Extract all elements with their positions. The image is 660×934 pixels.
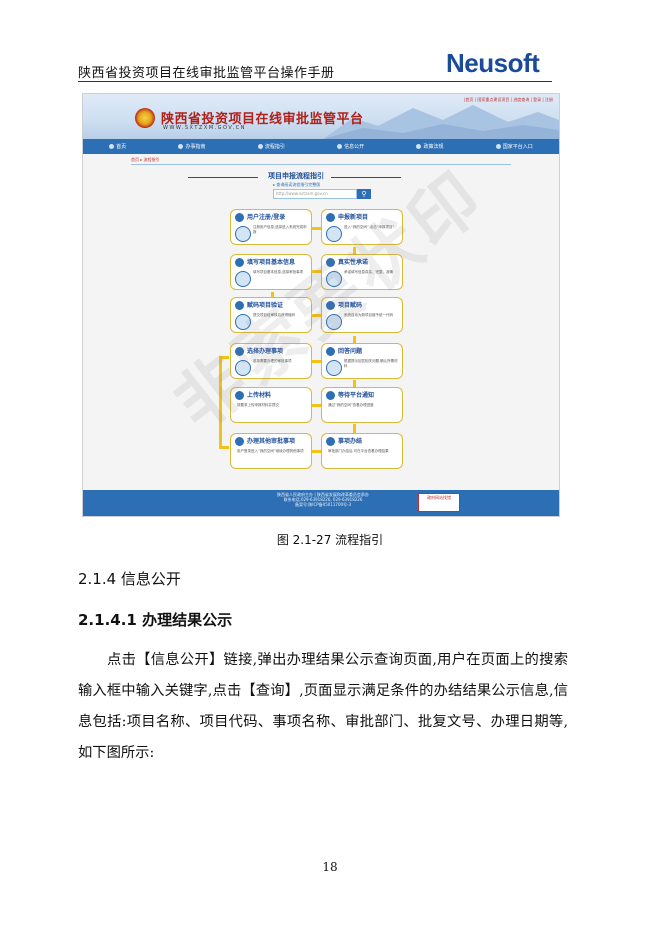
notice-icon [326,391,335,400]
step-title: 办理其他审批事项 [247,438,296,445]
figure-caption: 图 2.1-27 流程指引 [276,533,384,547]
flow-title: 项目申报流程指引 [268,172,324,180]
body-paragraph: 点击【信息公开】链接,弹出办理结果公示查询页面,用户在页面上的搜索输入框中输入关… [78,652,568,761]
user-icon [235,226,251,242]
flow-step[interactable]: 办理其他审批事项 用户登录进入“我的空间”继续办理其他事项 [230,433,312,469]
national-emblem-icon [135,108,155,128]
site-url: WWW.SXTZXM.GOV.CN [163,125,246,131]
form-icon [235,258,244,267]
form-icon [235,271,251,287]
flow-step[interactable]: 事项办结 审批部门办结后,可在平台查看办理结果 [321,433,403,469]
step-title: 用户注册/登录 [247,214,286,221]
search-hint[interactable]: ▸ 查询阅读流程指引完整版 [273,182,320,188]
site-banner: |首页 | 国家重点建设项目 | 进度查询 | 登录 | 注册 陕西省投资项目在… [83,94,559,139]
flow-loop-connector [219,446,229,449]
subsection-heading: 2.1.4.1 办理结果公示 [78,611,233,629]
step-title: 回答问题 [338,348,363,355]
nav-item-home[interactable]: 首页 [109,143,126,150]
step-text: 根据提示回答相关问题,确认所需材料 [344,359,398,368]
flow-step[interactable]: 用户注册/登录 注册用户信息,选择进入系统完成申报 [230,209,312,245]
breadcrumb[interactable]: 首页 ▸ 流程指引 [131,157,160,163]
flow-step[interactable]: 等待平台通知 通过“我的空间”查看办理进度 [321,387,403,423]
home-icon [109,144,115,149]
flow-title-rule-left [188,177,258,178]
step-title: 事项办结 [338,438,363,445]
section-heading: 2.1.4 信息公开 [78,570,181,588]
step-text: 审批部门办结后,可在平台查看办理结果 [328,449,389,453]
guide-icon [178,144,184,149]
header-title: 陕西省投资项目在线审批监管平台操作手册 [78,66,335,81]
step-title: 等待平台通知 [338,392,375,399]
footer-text: 陕西省人民政府主办 | 陕西省发展和改革委员会承办 联系电话:029-63918… [223,492,423,507]
policy-icon [416,144,422,149]
document-icon [326,213,335,222]
check-icon [326,437,335,446]
nav-item-guide[interactable]: 办事指南 [178,143,206,150]
search-input[interactable]: http://www.sxtzxm.gov.cn [273,189,357,199]
header-rule [78,81,552,82]
nav-item-national[interactable]: 国家平台入口 [495,143,533,150]
step-text: 通过“我的空间”查看办理进度 [328,403,374,407]
list-icon [326,360,342,376]
site-nav: 首页 办事指南 流程指引 信息公开 政策法规 国家平台入口 [83,139,559,154]
flow-title-rule-right [331,177,401,178]
step-text: 注册用户信息,选择进入系统完成申报 [253,225,307,234]
footer-line: 备案号:陕ICP备05011700号-3 [294,502,352,507]
nav-item-flow[interactable]: 流程指引 [257,143,285,150]
flow-icon [257,144,263,149]
top-links[interactable]: |首页 | 国家重点建设项目 | 进度查询 | 登录 | 注册 [464,97,553,103]
user-icon [235,213,244,222]
user-icon [235,437,244,446]
national-icon [495,144,501,149]
nav-item-info[interactable]: 信息公开 [337,143,364,150]
step-text: 用户登录进入“我的空间”继续办理其他事项 [237,449,304,453]
neusoft-logo: Neusoft [446,48,540,78]
error-report-badge[interactable]: 政府网站找错 [418,493,460,512]
info-icon [337,144,343,149]
page-number: 18 [322,860,338,874]
